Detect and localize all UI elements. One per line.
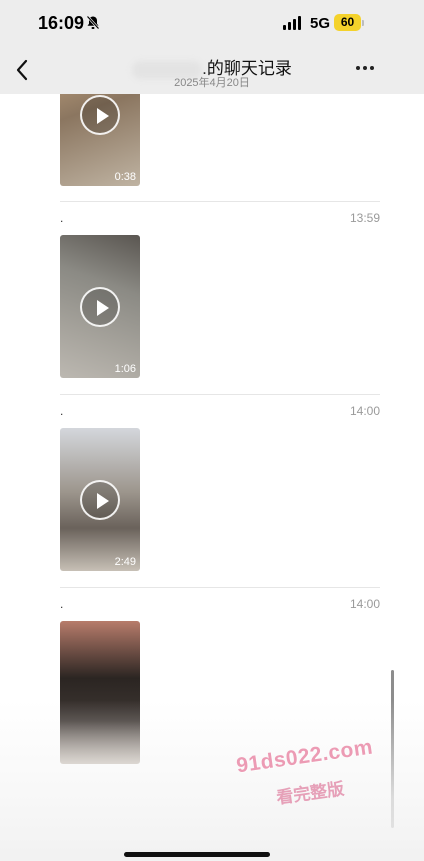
video-thumbnail[interactable]: 1:06 (60, 235, 140, 378)
list-item: . 13:59 1:06 (0, 201, 424, 393)
image-thumbnail[interactable] (60, 621, 140, 764)
video-thumbnail[interactable]: 2:49 (60, 428, 140, 571)
video-duration: 0:38 (114, 171, 136, 183)
video-thumbnail[interactable]: 0:38 (60, 94, 140, 186)
signal-icon (283, 16, 301, 30)
status-bar: 16:09 5G 60 (0, 0, 424, 46)
scrollbar[interactable] (391, 670, 394, 828)
home-indicator[interactable] (124, 852, 270, 857)
message-time: 14:00 (349, 404, 380, 418)
list-item: 0:38 (0, 94, 424, 186)
network-type: 5G (310, 15, 331, 32)
nav-bar: .的聊天记录 2025年4月20日 (0, 46, 424, 94)
mute-bell-icon (86, 15, 100, 35)
sender-name: . (60, 597, 64, 611)
message-time: 14:00 (349, 597, 380, 611)
status-time: 16:09 (38, 13, 85, 33)
sender-name: . (60, 211, 64, 225)
page-subtitle: 2025年4月20日 (174, 77, 250, 89)
play-icon (80, 480, 120, 520)
battery-icon: 60 (334, 14, 361, 31)
sender-name: . (60, 404, 64, 418)
more-options-button[interactable] (356, 66, 374, 70)
video-duration: 2:49 (114, 556, 136, 568)
play-icon (80, 287, 120, 327)
video-duration: 1:06 (114, 363, 136, 375)
more-dots-icon (356, 66, 360, 70)
message-time: 13:59 (349, 211, 380, 225)
battery-tip (362, 20, 364, 26)
play-icon (80, 95, 120, 135)
list-item: . 14:00 2:49 (0, 394, 424, 586)
